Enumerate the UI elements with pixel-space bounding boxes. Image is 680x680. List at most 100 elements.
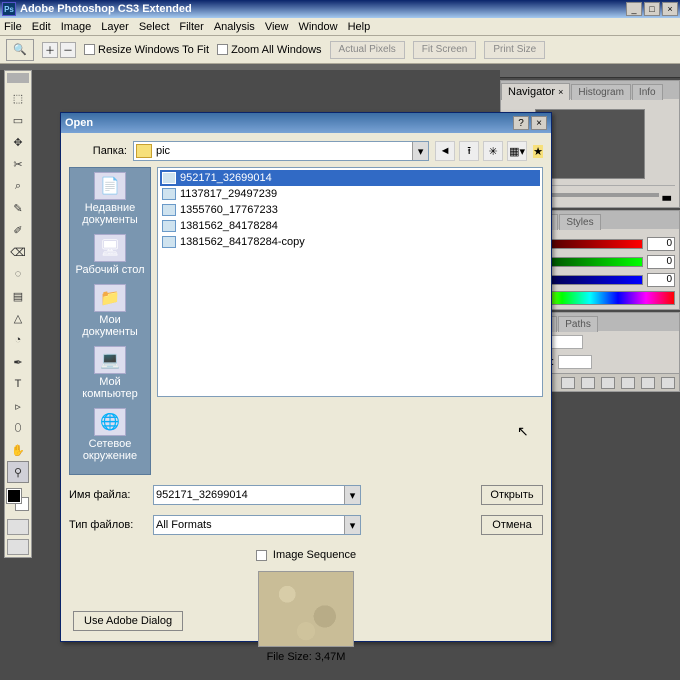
maximize-button[interactable]: □ xyxy=(644,2,660,16)
chevron-down-icon[interactable]: ▾ xyxy=(344,516,360,534)
menu-view[interactable]: View xyxy=(265,21,289,33)
file-item[interactable]: 1355760_17767233 xyxy=(160,202,540,218)
place-icon: 💻 xyxy=(94,346,126,374)
tool-2[interactable]: ✥ xyxy=(7,131,29,153)
tool-13[interactable]: T xyxy=(7,373,29,395)
screenmode-button[interactable] xyxy=(7,539,29,555)
tool-15[interactable]: ⬯ xyxy=(7,417,29,439)
tool-16[interactable]: ✋ xyxy=(7,439,29,461)
tool-6[interactable]: ✐ xyxy=(7,219,29,241)
close-button[interactable]: × xyxy=(662,2,678,16)
file-item[interactable]: 1381562_84178284-copy xyxy=(160,234,540,250)
tab-info[interactable]: Info xyxy=(632,84,663,100)
tool-12[interactable]: ✒ xyxy=(7,351,29,373)
place-item[interactable]: 🖥Рабочий стол xyxy=(72,234,148,276)
place-icon: 🖥 xyxy=(94,234,126,262)
place-item[interactable]: 🌐Сетевое окружение xyxy=(72,408,148,462)
resize-windows-checkbox[interactable]: Resize Windows To Fit xyxy=(84,44,209,56)
use-adobe-dialog-button[interactable]: Use Adobe Dialog xyxy=(73,611,183,631)
red-value[interactable]: 0 xyxy=(647,237,675,251)
print-size-button[interactable]: Print Size xyxy=(484,41,545,59)
opacity-input[interactable] xyxy=(549,335,583,349)
trash-icon[interactable] xyxy=(661,377,675,389)
place-item[interactable]: 💻Мой компьютер xyxy=(72,346,148,400)
tab-histogram[interactable]: Histogram xyxy=(571,84,631,100)
tab-styles[interactable]: Styles xyxy=(559,214,600,230)
file-item[interactable]: 1381562_84178284 xyxy=(160,218,540,234)
foreground-color-swatch[interactable] xyxy=(7,489,21,503)
folder-combo[interactable]: pic ▾ xyxy=(133,141,429,161)
place-item[interactable]: 📁Мои документы xyxy=(72,284,148,338)
place-label: Мои документы xyxy=(72,314,148,338)
tool-5[interactable]: ✎ xyxy=(7,197,29,219)
tool-3[interactable]: ✂ xyxy=(7,153,29,175)
open-button[interactable]: Открыть xyxy=(481,485,543,505)
tool-10[interactable]: △ xyxy=(7,307,29,329)
layer-fx-icon[interactable] xyxy=(581,377,595,389)
tab-navigator[interactable]: Navigator× xyxy=(501,83,570,100)
fill-input[interactable] xyxy=(558,355,592,369)
file-item[interactable]: 952171_32699014 xyxy=(160,170,540,186)
menu-help[interactable]: Help xyxy=(348,21,371,33)
filename-value: 952171_32699014 xyxy=(156,489,248,501)
tool-1[interactable]: ▭ xyxy=(7,109,29,131)
image-sequence-checkbox[interactable] xyxy=(256,550,267,561)
blue-value[interactable]: 0 xyxy=(647,273,675,287)
file-icon xyxy=(162,236,176,248)
menu-layer[interactable]: Layer xyxy=(101,21,129,33)
back-icon[interactable]: ◄ xyxy=(435,141,455,161)
new-group-icon[interactable] xyxy=(621,377,635,389)
place-item[interactable]: 📄Недавние документы xyxy=(72,172,148,226)
tool-9[interactable]: ▤ xyxy=(7,285,29,307)
menu-analysis[interactable]: Analysis xyxy=(214,21,255,33)
cancel-button[interactable]: Отмена xyxy=(481,515,543,535)
fit-screen-button[interactable]: Fit Screen xyxy=(413,41,477,59)
quickmask-button[interactable] xyxy=(7,519,29,535)
current-tool-icon[interactable]: 🔍 xyxy=(6,39,34,61)
place-icon: 📁 xyxy=(94,284,126,312)
dock-strip[interactable] xyxy=(500,66,680,78)
chevron-down-icon[interactable]: ▾ xyxy=(412,142,428,160)
checkbox-icon xyxy=(217,44,228,55)
file-item[interactable]: 1137817_29497239 xyxy=(160,186,540,202)
file-list[interactable]: 952171_326990141137817_294972391355760_1… xyxy=(157,167,543,397)
menu-window[interactable]: Window xyxy=(298,21,337,33)
tab-paths[interactable]: Paths xyxy=(558,316,598,332)
zoom-in-icon[interactable]: ＋ xyxy=(42,42,58,58)
tool-11[interactable]: ◔ xyxy=(7,329,29,351)
zoom-all-checkbox[interactable]: Zoom All Windows xyxy=(217,44,321,56)
chevron-down-icon[interactable]: ▾ xyxy=(344,486,360,504)
color-swatches[interactable] xyxy=(7,489,29,515)
filename-combo[interactable]: 952171_32699014 ▾ xyxy=(153,485,361,505)
zoom-in-mini-icon[interactable]: ▃ xyxy=(663,188,671,201)
link-layers-icon[interactable] xyxy=(561,377,575,389)
view-menu-icon[interactable]: ▦▾ xyxy=(507,141,527,161)
minimize-button[interactable]: _ xyxy=(626,2,642,16)
new-folder-icon[interactable]: ✳ xyxy=(483,141,503,161)
tool-14[interactable]: ▹ xyxy=(7,395,29,417)
tab-label: Navigator xyxy=(508,86,555,98)
tool-17[interactable]: ⚲ xyxy=(7,461,29,483)
dialog-help-button[interactable]: ? xyxy=(513,116,529,130)
actual-pixels-button[interactable]: Actual Pixels xyxy=(330,41,405,59)
dialog-title: Open xyxy=(65,117,511,129)
tool-7[interactable]: ⌫ xyxy=(7,241,29,263)
filetype-combo[interactable]: All Formats ▾ xyxy=(153,515,361,535)
green-value[interactable]: 0 xyxy=(647,255,675,269)
favorites-icon[interactable]: ★ xyxy=(533,145,543,158)
tool-8[interactable]: ◌ xyxy=(7,263,29,285)
tool-4[interactable]: ⌕ xyxy=(7,175,29,197)
menu-image[interactable]: Image xyxy=(61,21,92,33)
menu-filter[interactable]: Filter xyxy=(179,21,203,33)
menu-select[interactable]: Select xyxy=(139,21,170,33)
menu-file[interactable]: File xyxy=(4,21,22,33)
layer-mask-icon[interactable] xyxy=(601,377,615,389)
toolbox-header[interactable] xyxy=(7,73,29,83)
tool-0[interactable]: ⬚ xyxy=(7,87,29,109)
dialog-close-button[interactable]: × xyxy=(531,116,547,130)
menu-edit[interactable]: Edit xyxy=(32,21,51,33)
up-folder-icon[interactable]: ⭱ xyxy=(459,141,479,161)
dialog-titlebar[interactable]: Open ? × xyxy=(61,113,551,133)
new-layer-icon[interactable] xyxy=(641,377,655,389)
zoom-out-icon[interactable]: － xyxy=(60,42,76,58)
